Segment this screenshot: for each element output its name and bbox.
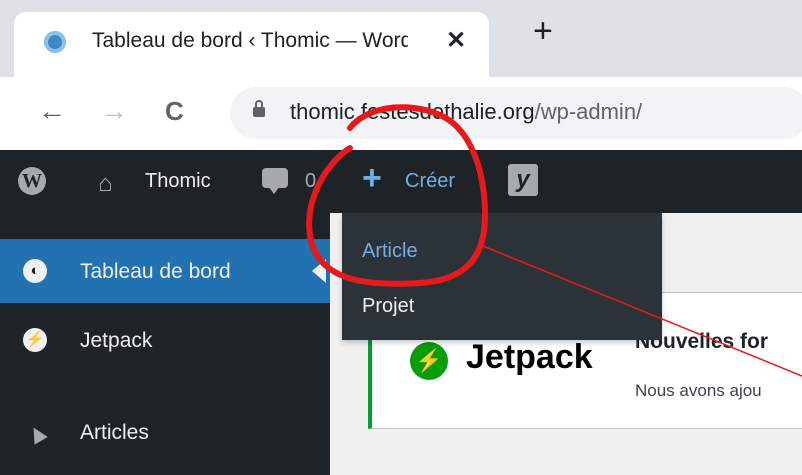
sidebar-item-label[interactable]: Tableau de bord [80,260,231,284]
tab-title: Tableau de bord ‹ Thomic — WordPress [92,29,408,52]
jetpack-logo-icon: ⚡ [410,342,448,380]
new-tab-button[interactable]: + [533,14,553,48]
yoast-icon[interactable]: y [508,164,538,196]
jetpack-icon: ⚡ [23,328,47,352]
dashboard-icon: ◐ [23,259,47,283]
wordpress-favicon-icon [44,31,66,53]
browser-toolbar: ← → C thomic.festesdethalie.org/wp-admin… [0,77,802,150]
back-icon[interactable]: ← [38,97,66,125]
create-dropdown-menu: Article Projet [342,213,662,340]
url-text[interactable]: thomic.festesdethalie.org/wp-admin/ [290,99,642,125]
browser-tab[interactable]: Tableau de bord ‹ Thomic — WordPress ✕ [14,12,489,77]
url-path: /wp-admin/ [534,99,643,124]
sidebar-item-articles[interactable]: Articles [80,421,149,445]
close-icon[interactable]: ✕ [446,26,466,55]
home-icon[interactable]: ⌂ [98,170,113,198]
comment-bubble-icon[interactable] [262,168,288,194]
reload-icon[interactable]: C [165,97,184,125]
active-menu-arrow [312,259,326,283]
menu-item-projet[interactable]: Projet [362,295,414,318]
jetpack-wordmark: Jetpack [466,338,593,376]
wp-admin-bar: W Thomic 0 Créer [0,150,802,213]
sidebar-item-jetpack[interactable]: Jetpack [80,329,152,353]
notice-text: Nous avons ajou [635,381,762,400]
menu-item-article[interactable]: Article [362,240,418,263]
forward-icon[interactable]: → [100,97,128,125]
lock-icon[interactable] [253,100,265,117]
url-host: thomic.festesdethalie.org [290,99,535,124]
browser-tabstrip: Tableau de bord ‹ Thomic — WordPress ✕ + [0,0,802,77]
create-menu-label[interactable]: Créer [405,170,455,193]
wordpress-logo-icon[interactable]: W [18,167,46,195]
plus-icon[interactable]: + [362,161,382,195]
site-name-link[interactable]: Thomic [145,170,211,193]
comments-count[interactable]: 0 [305,170,316,193]
